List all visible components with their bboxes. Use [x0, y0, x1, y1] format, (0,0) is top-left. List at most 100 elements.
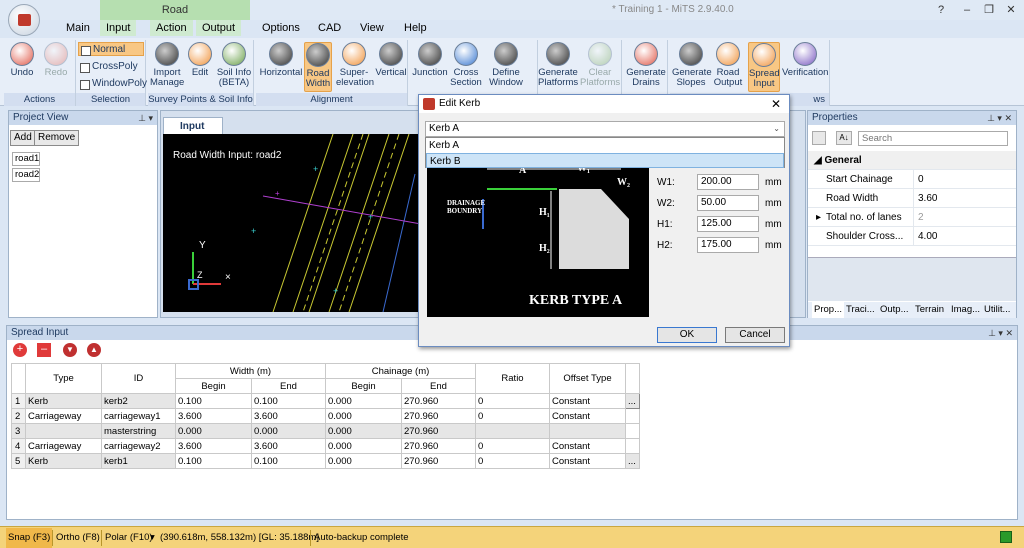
- snap-toggle[interactable]: Snap (F3): [6, 528, 53, 548]
- pin-icon[interactable]: ⊥ ▾ ✕: [987, 111, 1012, 125]
- tab-input[interactable]: Input: [100, 20, 137, 36]
- remove-row-icon[interactable]: –: [37, 343, 51, 357]
- junction-button[interactable]: Junction: [412, 42, 448, 78]
- prop-row-lanes[interactable]: ▸ Total no. of lanes 2: [808, 208, 1016, 227]
- verification-button[interactable]: Verification: [782, 42, 828, 78]
- undo-icon: [10, 42, 34, 66]
- pin-icon[interactable]: ⊥ ▾ ✕: [988, 326, 1013, 340]
- property-search-input[interactable]: [858, 131, 1008, 146]
- cross-section-button[interactable]: Cross Section: [450, 42, 482, 88]
- cancel-button[interactable]: Cancel: [725, 327, 785, 343]
- sort-az-icon[interactable]: A↓: [836, 131, 852, 145]
- import-manage-button[interactable]: Import Manage: [150, 42, 184, 88]
- row-edit-button[interactable]: ...: [625, 393, 640, 409]
- close-button[interactable]: ✕: [1000, 2, 1022, 18]
- option-kerb-a[interactable]: Kerb A: [426, 138, 784, 153]
- col-id: ID: [101, 363, 176, 394]
- selection-crosspoly[interactable]: CrossPoly: [78, 60, 138, 74]
- app-menu-button[interactable]: [8, 4, 40, 36]
- option-kerb-b[interactable]: Kerb B: [426, 153, 784, 168]
- doc-tab-input[interactable]: Input: [163, 117, 223, 134]
- prop-row-start-chainage[interactable]: Start Chainage 0: [808, 170, 1016, 189]
- tab-options[interactable]: Options: [262, 22, 300, 34]
- superelevation-button[interactable]: Super-elevation: [336, 42, 374, 88]
- add-button[interactable]: Add: [10, 130, 36, 146]
- generate-platforms-button[interactable]: Generate Platforms: [538, 42, 578, 88]
- generate-slopes-button[interactable]: Generate Slopes: [672, 42, 712, 88]
- soil-info-button[interactable]: Soil Info (BETA): [216, 42, 252, 88]
- selection-windowpoly[interactable]: WindowPoly: [78, 77, 147, 91]
- table-row[interactable]: 4 Carriageway carriageway2 3.600 3.600 0.000 2…: [11, 438, 640, 454]
- drainage-label: DRAINAGE: [447, 199, 486, 207]
- polar-dropdown-icon[interactable]: ▾: [150, 528, 155, 548]
- col-width-end: End: [251, 378, 326, 394]
- w2-input[interactable]: 50.00: [697, 195, 759, 211]
- tab-help[interactable]: Help: [404, 22, 427, 34]
- table-row[interactable]: 3 masterstring 0.000 0.000 0.000 270.960: [11, 423, 640, 439]
- group-alignment: Horizontal Road Width Super-elevation Ver…: [256, 40, 408, 106]
- tab-main[interactable]: Main: [66, 22, 90, 34]
- import-icon: [155, 42, 179, 66]
- polar-toggle[interactable]: Polar (F10): [105, 528, 153, 548]
- define-window-button[interactable]: Define Window: [488, 42, 524, 88]
- generate-drains-button[interactable]: Generate Drains: [626, 42, 666, 88]
- w1-unit: mm: [765, 177, 782, 188]
- tab-output[interactable]: Output: [196, 20, 242, 36]
- tab-tracing[interactable]: Traci...: [846, 302, 875, 318]
- selection-normal[interactable]: Normal: [78, 42, 144, 56]
- dialog-close-icon[interactable]: ✕: [771, 95, 781, 113]
- dialog-title-bar: Edit Kerb ✕: [419, 95, 789, 113]
- cad-canvas[interactable]: + + + + + × Road Width Input: road2 Y Z: [163, 134, 421, 312]
- spread-input-button[interactable]: Spread Input: [748, 42, 780, 92]
- table-row[interactable]: 1 Kerb kerb2 0.100 0.100 0.000 270.960 0 Constan…: [11, 393, 640, 409]
- edit-survey-button[interactable]: Edit: [188, 42, 212, 78]
- properties-tabs: Prop... Traci... Outp... Terrain Imag...…: [808, 302, 1016, 318]
- project-item-road2[interactable]: road2: [12, 168, 40, 182]
- prop-row-shoulder-cross[interactable]: Shoulder Cross... 4.00: [808, 227, 1016, 246]
- w1-label: W1:: [657, 177, 675, 188]
- tab-utilities[interactable]: Utilit...: [984, 302, 1010, 318]
- undo-button[interactable]: Undo: [8, 42, 36, 78]
- h1-input[interactable]: 125.00: [697, 216, 759, 232]
- h2-input[interactable]: 175.00: [697, 237, 759, 253]
- category-general[interactable]: ◢ General: [808, 151, 1016, 170]
- svg-text:+: +: [275, 189, 280, 198]
- help-button[interactable]: ?: [930, 2, 952, 18]
- table-row[interactable]: 5 Kerb kerb1 0.100 0.100 0.000 270.960 0 Constan…: [11, 453, 640, 469]
- tab-outputs[interactable]: Outp...: [880, 302, 909, 318]
- move-down-icon[interactable]: ▼: [63, 343, 77, 357]
- kerb-diagram: A W₁ W₂ H₁ H₂ DRAINAGE BOUNDRY KERB TYPE…: [427, 157, 649, 317]
- tab-view[interactable]: View: [360, 22, 384, 34]
- tab-cad[interactable]: CAD: [318, 22, 341, 34]
- add-row-icon[interactable]: +: [13, 343, 27, 357]
- tab-images[interactable]: Imag...: [951, 302, 980, 318]
- project-view-header: Project View ⊥ ▾: [9, 111, 157, 125]
- categorized-icon[interactable]: [812, 131, 826, 145]
- w1-input[interactable]: 200.00: [697, 174, 759, 190]
- vertical-button[interactable]: Vertical: [374, 42, 408, 78]
- redo-button[interactable]: Redo: [42, 42, 70, 78]
- project-item-road1[interactable]: road1: [12, 152, 40, 166]
- tab-properties[interactable]: Prop...: [812, 302, 844, 318]
- prop-row-road-width[interactable]: Road Width 3.60: [808, 189, 1016, 208]
- road-width-button[interactable]: Road Width: [304, 42, 332, 92]
- ortho-toggle[interactable]: Ortho (F8): [56, 528, 100, 548]
- row-edit-button[interactable]: ...: [625, 453, 640, 469]
- h2-label: H2:: [657, 240, 673, 251]
- tab-terrain[interactable]: Terrain: [915, 302, 944, 318]
- clear-platforms-button[interactable]: Clear Platforms: [580, 42, 620, 88]
- pin-icon[interactable]: ⊥ ▾: [138, 111, 153, 125]
- ok-button[interactable]: OK: [657, 327, 717, 343]
- road-output-button[interactable]: Road Output: [712, 42, 744, 88]
- svg-text:×: ×: [225, 272, 231, 283]
- minimize-button[interactable]: –: [956, 2, 978, 18]
- restore-button[interactable]: ❐: [978, 2, 1000, 18]
- svg-text:+: +: [368, 212, 373, 222]
- kerb-type-select[interactable]: Kerb A ⌄: [425, 121, 785, 137]
- remove-button[interactable]: Remove: [34, 130, 80, 146]
- horizontal-button[interactable]: Horizontal: [258, 42, 304, 78]
- tab-action[interactable]: Action: [150, 20, 193, 36]
- move-up-icon[interactable]: ▲: [87, 343, 101, 357]
- status-indicator: [1000, 531, 1012, 543]
- table-row[interactable]: 2 Carriageway carriageway1 3.600 3.600 0.000 2…: [11, 408, 640, 424]
